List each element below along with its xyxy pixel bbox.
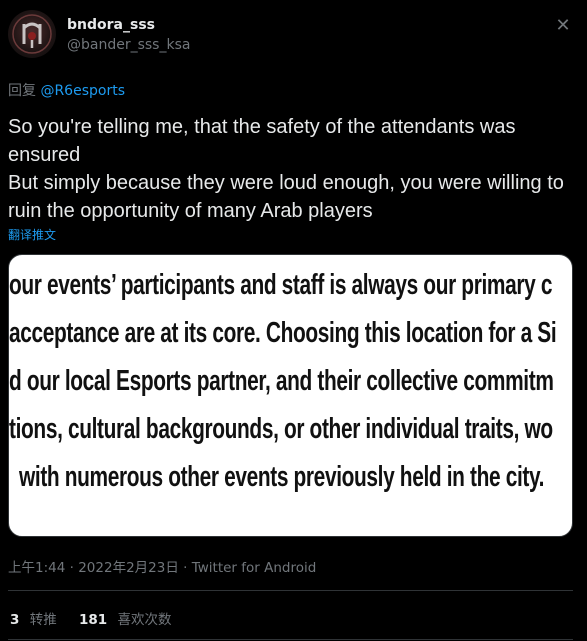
translate-tweet-link[interactable]: 翻译推文 bbox=[8, 226, 56, 243]
image-text-line: acceptance are at its core. Choosing thi… bbox=[9, 317, 557, 349]
divider bbox=[8, 639, 573, 640]
tweet-stats: 3 转推 181 喜欢次数 bbox=[10, 608, 189, 628]
image-text-line: with numerous other events previously he… bbox=[19, 461, 545, 493]
image-text-line: our events’ participants and staff is al… bbox=[9, 269, 553, 301]
meta-separator: · bbox=[183, 560, 188, 576]
retweets-count: 3 bbox=[10, 612, 20, 628]
tweet-time[interactable]: 上午1:44 bbox=[8, 560, 65, 576]
author-handle[interactable]: @bander_sss_ksa bbox=[67, 37, 190, 53]
close-icon[interactable]: ✕ bbox=[553, 16, 573, 36]
divider bbox=[8, 590, 573, 591]
retweets-stat[interactable]: 3 转推 bbox=[10, 608, 57, 628]
tweet-card: bndora_sss @bander_sss_ksa ✕ 回复 @R6espor… bbox=[0, 0, 587, 641]
tweet-date[interactable]: 2022年2月23日 bbox=[78, 560, 179, 576]
tweet-paragraph: But simply because they were loud enough… bbox=[8, 172, 564, 222]
tweet-image[interactable]: our events’ participants and staff is al… bbox=[8, 254, 573, 537]
image-text-line: tions, cultural backgrounds, or other in… bbox=[9, 413, 553, 445]
author-display-name[interactable]: bndora_sss bbox=[67, 17, 155, 33]
likes-stat[interactable]: 181 喜欢次数 bbox=[79, 608, 171, 628]
reply-prefix: 回复 bbox=[8, 83, 36, 99]
meta-separator: · bbox=[69, 560, 74, 576]
avatar[interactable] bbox=[8, 10, 56, 58]
reply-mention-link[interactable]: @R6esports bbox=[40, 83, 125, 99]
tweet-client-link[interactable]: Twitter for Android bbox=[192, 560, 317, 576]
tweet-text: So you're telling me, that the safety of… bbox=[8, 113, 578, 225]
tweet-paragraph: So you're telling me, that the safety of… bbox=[8, 116, 516, 166]
likes-label: 喜欢次数 bbox=[117, 612, 172, 628]
avatar-emblem-icon bbox=[12, 14, 52, 54]
tweet-meta: 上午1:44 · 2022年2月23日 · Twitter for Androi… bbox=[8, 556, 316, 576]
likes-count: 181 bbox=[79, 612, 108, 628]
retweets-label: 转推 bbox=[29, 612, 57, 628]
image-text-line: d our local Esports partner, and their c… bbox=[9, 365, 554, 397]
reply-context: 回复 @R6esports bbox=[8, 80, 125, 100]
